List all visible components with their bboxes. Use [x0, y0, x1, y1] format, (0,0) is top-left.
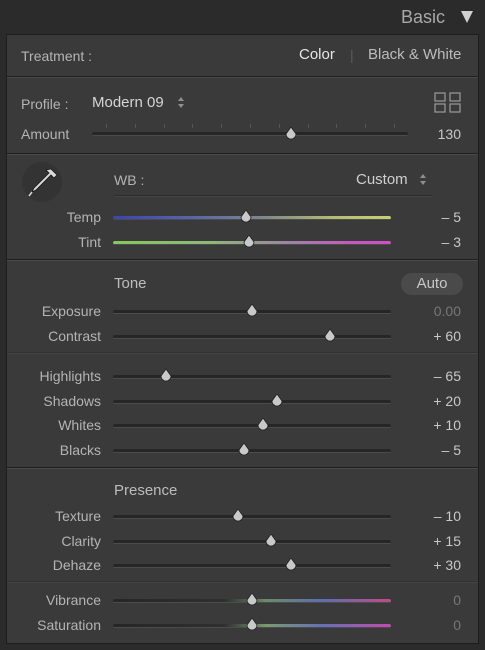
slider-value-highlights[interactable]: – 65	[401, 368, 461, 384]
slider-track-blacks[interactable]	[113, 448, 391, 453]
slider-value-clarity[interactable]: + 15	[401, 533, 461, 549]
stepper-arrows-icon[interactable]	[419, 173, 427, 186]
divider	[7, 259, 478, 261]
slider-thumb-blacks[interactable]	[238, 442, 250, 457]
amount-slider-thumb[interactable]	[285, 127, 297, 141]
slider-label-dehaze: Dehaze	[52, 557, 101, 573]
slider-thumb-whites[interactable]	[257, 418, 269, 432]
wb-select[interactable]: Custom	[356, 171, 408, 188]
treatment-divider: |	[350, 47, 354, 63]
slider-tick	[394, 124, 395, 128]
panel-title: Basic	[400, 7, 445, 27]
triangle-down-icon[interactable]	[461, 11, 473, 23]
stepper-arrows-icon[interactable]	[177, 96, 185, 109]
slider-thumb-shadows[interactable]	[271, 393, 283, 408]
slider-tick	[336, 124, 338, 128]
wb-underline	[114, 195, 432, 197]
slider-label-saturation: Saturation	[37, 617, 101, 633]
presence-section-title: Presence	[114, 482, 178, 499]
treatment-color-button[interactable]: Color	[299, 46, 335, 63]
slider-label-exposure: Exposure	[41, 303, 101, 319]
slider-label-highlights: Highlights	[39, 368, 101, 384]
slider-thumb-temp[interactable]	[240, 210, 252, 224]
auto-tone-button[interactable]: Auto	[401, 273, 463, 295]
slider-label-texture: Texture	[55, 508, 101, 524]
amount-label: Amount	[21, 126, 70, 142]
divider	[7, 153, 478, 155]
slider-track-dehaze[interactable]	[113, 564, 391, 568]
slider-value-blacks[interactable]: – 5	[401, 442, 461, 458]
slider-label-contrast: Contrast	[48, 328, 101, 344]
slider-tick	[163, 124, 165, 128]
slider-tick	[106, 124, 107, 128]
slider-tick	[307, 124, 309, 128]
profile-select[interactable]: Modern 09	[92, 94, 164, 111]
slider-value-vibrance[interactable]: 0	[401, 592, 461, 608]
slider-value-contrast[interactable]: + 60	[401, 328, 461, 344]
amount-slider-track[interactable]	[92, 132, 408, 136]
slider-label-whites: Whites	[58, 417, 101, 433]
panel-header[interactable]: Basic	[0, 0, 485, 34]
slider-track-contrast[interactable]	[113, 335, 391, 339]
slider-thumb-tint[interactable]	[243, 235, 255, 249]
slider-value-dehaze[interactable]: + 30	[401, 557, 461, 573]
slider-tick	[250, 124, 251, 128]
slider-tick	[278, 124, 280, 128]
grid-icon[interactable]	[434, 92, 462, 114]
slider-thumb-saturation[interactable]	[246, 618, 258, 632]
slider-label-shadows: Shadows	[43, 392, 101, 409]
slider-track-clarity[interactable]	[113, 539, 391, 544]
slider-value-texture[interactable]: – 10	[401, 508, 461, 524]
slider-thumb-texture[interactable]	[232, 509, 244, 523]
slider-track-shadows[interactable]	[113, 399, 391, 404]
slider-value-exposure[interactable]: 0.00	[401, 303, 461, 319]
slider-tick	[221, 124, 223, 128]
slider-track-whites[interactable]	[113, 424, 391, 428]
amount-value[interactable]: 130	[401, 126, 461, 142]
slider-thumb-clarity[interactable]	[265, 533, 277, 548]
slider-label-clarity: Clarity	[61, 532, 101, 549]
wb-label: WB :	[114, 172, 145, 188]
slider-thumb-dehaze[interactable]	[285, 558, 297, 572]
slider-label-tint: Tint	[78, 234, 101, 250]
slider-track-texture[interactable]	[113, 515, 391, 519]
slider-track-highlights[interactable]	[113, 375, 391, 379]
tone-section-title: Tone	[114, 275, 147, 292]
treatment-label: Treatment :	[21, 48, 93, 64]
slider-thumb-highlights[interactable]	[160, 369, 172, 383]
basic-panel: Treatment : Color | Black & White Profil…	[6, 34, 479, 644]
slider-tick	[365, 124, 367, 128]
slider-label-blacks: Blacks	[59, 441, 101, 458]
slider-thumb-vibrance[interactable]	[246, 593, 258, 607]
slider-value-whites[interactable]: + 10	[401, 417, 461, 433]
divider	[7, 76, 478, 78]
divider	[7, 581, 478, 583]
slider-thumb-contrast[interactable]	[324, 329, 336, 343]
eyedropper-icon[interactable]	[21, 161, 65, 203]
slider-value-temp[interactable]: – 5	[401, 209, 461, 225]
treatment-bw-button[interactable]: Black & White	[368, 46, 461, 63]
slider-label-temp: Temp	[66, 209, 101, 225]
slider-value-saturation[interactable]: 0	[401, 617, 461, 633]
slider-label-vibrance: Vibrance	[45, 592, 101, 608]
slider-tick	[192, 124, 194, 128]
divider	[7, 352, 478, 354]
divider	[7, 467, 478, 469]
slider-value-tint[interactable]: – 3	[401, 234, 461, 250]
slider-thumb-exposure[interactable]	[246, 304, 258, 318]
slider-value-shadows[interactable]: + 20	[401, 393, 461, 409]
slider-tick	[134, 124, 136, 128]
profile-label: Profile :	[21, 96, 69, 112]
